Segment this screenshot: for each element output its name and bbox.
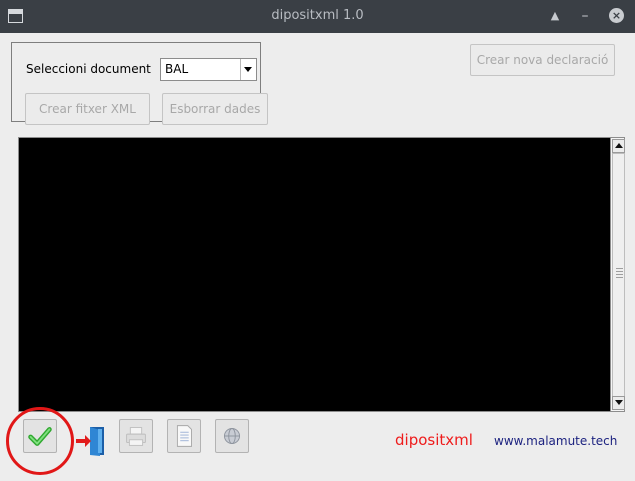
- close-icon[interactable]: ×: [609, 8, 624, 23]
- create-xml-button[interactable]: Crear fitxer XML: [25, 93, 150, 125]
- document-group: Seleccioni document BAL Crear fitxer XML…: [11, 42, 268, 125]
- document-select-value: BAL: [165, 62, 189, 76]
- delete-data-button[interactable]: Esborrar dades: [162, 93, 268, 125]
- scrollbar-thumb[interactable]: [612, 153, 625, 398]
- scroll-up-icon[interactable]: [612, 139, 625, 153]
- document-select[interactable]: BAL: [160, 58, 257, 81]
- chevron-down-icon[interactable]: [240, 59, 256, 80]
- grip-icon: [616, 268, 623, 278]
- document-icon: [176, 425, 192, 447]
- highlight-circle: [6, 407, 74, 475]
- new-declaration-button[interactable]: Crear nova declaració: [470, 44, 615, 76]
- globe-button[interactable]: [215, 419, 249, 453]
- printer-icon: [126, 427, 146, 446]
- website-link[interactable]: www.malamute.tech: [494, 434, 617, 448]
- window-title: dipositxml 1.0: [271, 8, 364, 23]
- console-scrollbar[interactable]: [610, 137, 625, 412]
- select-document-label: Seleccioni document: [26, 62, 151, 76]
- brand-label: dipositxml: [395, 431, 473, 449]
- minimize-icon[interactable]: –: [577, 8, 593, 24]
- title-bar[interactable]: dipositxml 1.0 ▲ – ×: [0, 0, 635, 33]
- output-console[interactable]: [18, 137, 612, 412]
- globe-icon: [224, 428, 240, 444]
- exit-door-icon[interactable]: [73, 425, 109, 457]
- document-button[interactable]: [167, 419, 201, 453]
- app-window: dipositxml 1.0 ▲ – × Seleccioni document…: [0, 0, 635, 481]
- print-button[interactable]: [119, 419, 153, 453]
- main-content: Seleccioni document BAL Crear fitxer XML…: [0, 33, 635, 481]
- scroll-down-icon[interactable]: [612, 396, 625, 410]
- maximize-icon[interactable]: ▲: [547, 8, 563, 24]
